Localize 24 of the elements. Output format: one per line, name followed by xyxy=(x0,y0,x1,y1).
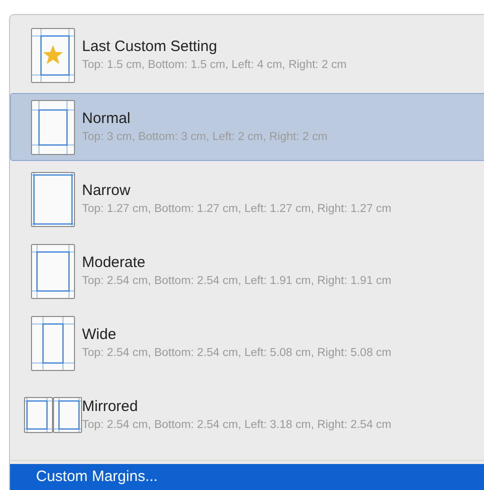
page-margins-icon xyxy=(31,100,75,154)
margin-preset-item[interactable]: Normal Top: 3 cm, Bottom: 3 cm, Left: 2 cm, Right: 2 cm xyxy=(10,93,484,161)
margin-preset-item[interactable]: Last Custom Setting Top: 1.5 cm, Bottom: 1.5 cm, Left: 4 cm, Right: 2 cm xyxy=(10,21,484,89)
preset-name: Mirrored xyxy=(82,397,139,417)
page-margins-icon xyxy=(31,244,75,298)
preset-name: Last Custom Setting xyxy=(82,37,218,57)
preset-margins: Top: 3 cm, Bottom: 3 cm, Left: 2 cm, Right: 2 cm xyxy=(82,130,328,145)
page-margins-icon xyxy=(31,172,75,226)
margin-preset-item[interactable]: Narrow Top: 1.27 cm, Bottom: 1.27 cm, Left: 1.27 cm, Right: 1.27 cm xyxy=(10,165,484,233)
preset-name: Wide xyxy=(82,325,118,345)
preset-margins: Top: 1.5 cm, Bottom: 1.5 cm, Left: 4 cm, Right: 2 cm xyxy=(82,58,347,73)
preset-name: Normal xyxy=(82,109,132,129)
page-margins-icon xyxy=(31,316,75,370)
preset-margins: Top: 1.27 cm, Bottom: 1.27 cm, Left: 1.27 cm, Right: 1.27 cm xyxy=(82,202,392,217)
margin-preset-item[interactable]: Moderate Top: 2.54 cm, Bottom: 2.54 cm, Left: 1.91 cm, Right: 1.91 cm xyxy=(10,237,484,305)
preset-name: Moderate xyxy=(82,253,146,273)
margin-preset-item[interactable]: Mirrored Top: 2.54 cm, Bottom: 2.54 cm, Left: 3.18 cm, Right: 2.54 cm xyxy=(10,381,484,449)
preset-margins: Top: 2.54 cm, Bottom: 2.54 cm, Left: 1.91 cm, Right: 1.91 cm xyxy=(82,274,392,289)
margin-preset-item[interactable]: Wide Top: 2.54 cm, Bottom: 2.54 cm, Left: 5.08 cm, Right: 5.08 cm xyxy=(10,309,484,377)
custom-margins-item[interactable]: Custom Margins... xyxy=(10,464,484,490)
mirrored-pages-icon xyxy=(24,397,82,433)
preset-margins: Top: 2.54 cm, Bottom: 2.54 cm, Left: 5.08 cm, Right: 5.08 cm xyxy=(82,346,392,361)
preset-name: Narrow xyxy=(82,181,132,201)
preset-margins: Top: 2.54 cm, Bottom: 2.54 cm, Left: 3.18 cm, Right: 2.54 cm xyxy=(82,418,392,433)
